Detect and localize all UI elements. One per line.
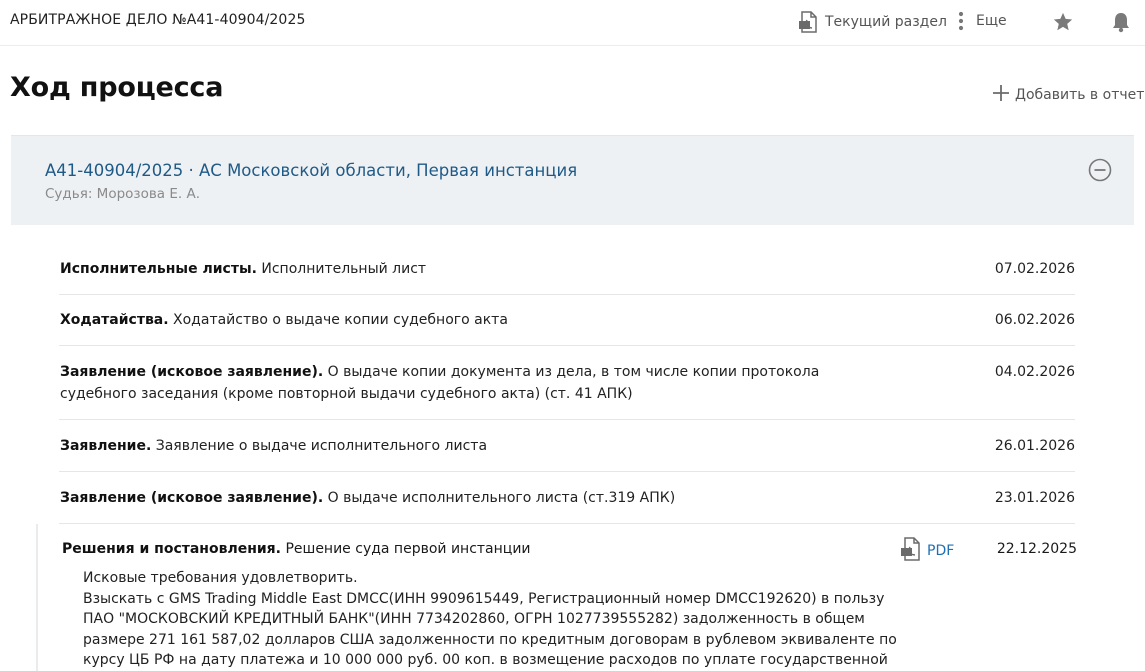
event-row[interactable]: Исполнительные листы. Исполнительный лис…: [59, 242, 1075, 295]
event-date: 23.01.2026: [994, 490, 1075, 506]
event-row[interactable]: Заявление (исковое заявление). О выдаче …: [59, 346, 1075, 420]
top-bar: АРБИТРАЖНОЕ ДЕЛО №А41-40904/2025 Текущий…: [0, 0, 1145, 46]
star-icon: [1052, 12, 1074, 37]
decision-summary-line: Взыскать с GMS Trading Middle East DMCC(…: [83, 590, 897, 669]
decision-description: Решение суда первой инстанции: [281, 541, 531, 557]
event-kind: Ходатайства.: [60, 312, 169, 328]
event-kind: Исполнительные листы.: [60, 261, 257, 277]
instance-title-link[interactable]: А41-40904/2025 · АС Московской области, …: [45, 161, 577, 180]
event-description: Исполнительный лист: [256, 261, 427, 277]
page-title: Ход процесса: [10, 72, 224, 103]
instance-header: А41-40904/2025 · АС Московской области, …: [11, 135, 1134, 225]
event-kind: Заявление (исковое заявление).: [60, 490, 324, 506]
kebab-icon: [958, 11, 964, 31]
event-text: Ходатайства. Ходатайство о выдаче копии …: [60, 309, 840, 331]
decision-kind: Решения и постановления.: [62, 541, 281, 557]
pdf-icon: [798, 11, 820, 33]
minus-circle-icon: [1088, 158, 1112, 186]
collapse-instance-button[interactable]: [1088, 158, 1112, 186]
decision-summary: Исковые требования удовлетворить. Взыска…: [83, 568, 903, 671]
decision-pdf-link[interactable]: PDF: [900, 537, 954, 565]
decision-date: 22.12.2025: [996, 541, 1077, 557]
event-kind: Заявление.: [60, 438, 152, 454]
event-description: Ходатайство о выдаче копии судебного акт…: [168, 312, 508, 328]
favorite-button[interactable]: [1052, 11, 1074, 37]
plus-icon: [992, 84, 1010, 106]
event-row[interactable]: Ходатайства. Ходатайство о выдаче копии …: [59, 295, 1075, 346]
current-section-button[interactable]: Текущий раздел: [798, 11, 947, 33]
event-date: 04.02.2026: [994, 364, 1075, 380]
instance-judge: Судья: Морозова Е. А.: [45, 186, 200, 202]
pdf-label: PDF: [927, 543, 955, 559]
event-text: Исполнительные листы. Исполнительный лис…: [60, 258, 840, 280]
event-date: 06.02.2026: [994, 312, 1075, 328]
event-text: Заявление. Заявление о выдаче исполнител…: [60, 435, 840, 457]
bell-icon: [1111, 13, 1131, 37]
event-row[interactable]: Заявление (исковое заявление). О выдаче …: [59, 472, 1075, 524]
event-row[interactable]: Заявление. Заявление о выдаче исполнител…: [59, 420, 1075, 472]
notifications-button[interactable]: [1111, 11, 1131, 37]
event-date: 07.02.2026: [994, 261, 1075, 277]
case-number: АРБИТРАЖНОЕ ДЕЛО №А41-40904/2025: [10, 12, 306, 28]
add-to-report-label: Добавить в отчет: [1015, 87, 1145, 103]
more-button[interactable]: Еще: [958, 11, 1007, 31]
current-section-label: Текущий раздел: [825, 14, 947, 30]
event-date: 26.01.2026: [994, 438, 1075, 454]
decision-text: Решения и постановления. Решение суда пе…: [62, 538, 531, 560]
add-to-report-button[interactable]: Добавить в отчет: [992, 84, 1144, 106]
decision-row[interactable]: Решения и постановления. Решение суда пе…: [36, 524, 1077, 671]
event-description: О выдаче исполнительного листа (ст.319 А…: [323, 490, 676, 506]
event-kind: Заявление (исковое заявление).: [60, 364, 324, 380]
decision-summary-line: Исковые требования удовлетворить.: [83, 570, 358, 586]
more-label: Еще: [976, 13, 1007, 29]
pdf-icon: [900, 537, 922, 565]
event-text: Заявление (исковое заявление). О выдаче …: [60, 361, 840, 405]
event-text: Заявление (исковое заявление). О выдаче …: [60, 487, 840, 509]
event-description: Заявление о выдаче исполнительного листа: [151, 438, 488, 454]
